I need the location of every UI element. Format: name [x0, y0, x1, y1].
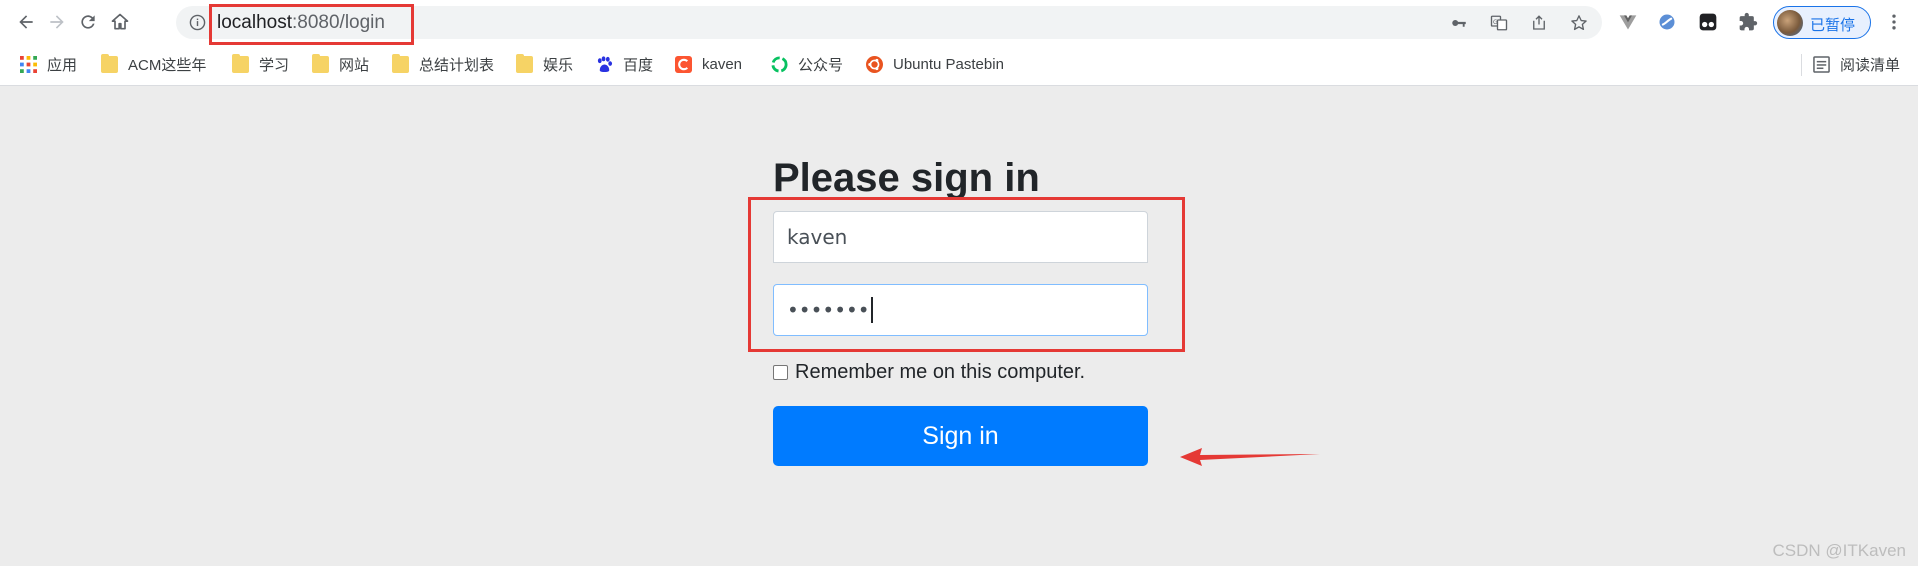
- bookmark-label: 网站: [339, 56, 370, 74]
- reload-icon: [81, 15, 95, 29]
- bookmarks-divider: [1801, 54, 1802, 76]
- remember-me[interactable]: Remember me on this computer.: [773, 361, 1085, 384]
- bookmark-apps[interactable]: 应用: [20, 53, 77, 75]
- share-icon[interactable]: [1530, 14, 1548, 32]
- baidu-icon: [597, 55, 613, 72]
- more-menu-icon[interactable]: [1884, 12, 1904, 32]
- reading-list-icon: [1813, 55, 1830, 73]
- bookmark-label: ACM这些年: [128, 56, 207, 74]
- bookmark-label: kaven: [702, 55, 743, 73]
- wechat-icon: [771, 55, 788, 73]
- bookmark-label: 应用: [47, 56, 78, 74]
- folder-icon: [101, 53, 118, 73]
- reload-button[interactable]: [76, 10, 100, 34]
- annotation-form-box: [748, 197, 1185, 352]
- remember-me-label: Remember me on this computer.: [795, 361, 1086, 383]
- annotation-url-box: [209, 4, 414, 45]
- home-icon: [111, 13, 129, 30]
- apps-grid-icon: [20, 55, 37, 73]
- site-info-icon[interactable]: [189, 14, 206, 31]
- folder-icon: [392, 53, 409, 73]
- key-icon[interactable]: [1450, 14, 1468, 32]
- bookmark-folder-fun[interactable]: 娱乐: [516, 53, 573, 75]
- arrow-right-icon: [50, 15, 64, 29]
- tampermonkey-icon[interactable]: [1697, 11, 1719, 33]
- bookmarks-bar: 应用 ACM这些年 学习 网站 总结计划表 娱乐 百度 kaven 公众号 Ub…: [0, 44, 1918, 86]
- bookmark-baidu[interactable]: 百度: [596, 53, 653, 75]
- extension-swirl-icon[interactable]: [1656, 11, 1678, 33]
- bookmark-label: Ubuntu Pastebin: [893, 55, 1004, 73]
- page-title: Please sign in: [773, 156, 1040, 200]
- folder-icon: [232, 53, 249, 73]
- profile-status-label: 已暂停: [1810, 17, 1856, 34]
- annotation-arrow-icon: [1180, 448, 1320, 466]
- bookmark-label: 学习: [259, 56, 290, 74]
- svg-text:G: G: [1493, 19, 1498, 26]
- home-button[interactable]: [108, 10, 132, 34]
- folder-icon: [312, 53, 329, 73]
- watermark: CSDN @ITKaven: [1772, 541, 1906, 560]
- arrow-left-icon: [19, 15, 33, 29]
- bookmark-official-account[interactable]: 公众号: [771, 53, 843, 75]
- bookmark-folder-websites[interactable]: 网站: [312, 53, 369, 75]
- vue-devtools-icon[interactable]: [1617, 11, 1639, 33]
- bookmark-folder-study[interactable]: 学习: [232, 53, 289, 75]
- folder-icon: [516, 53, 533, 73]
- remember-me-checkbox[interactable]: [773, 365, 788, 380]
- bookmark-star-icon[interactable]: [1570, 14, 1588, 32]
- bookmark-folder-acm[interactable]: ACM这些年: [101, 53, 206, 75]
- bookmark-label: 娱乐: [543, 56, 574, 74]
- bookmark-label: 公众号: [798, 56, 844, 74]
- avatar: [1777, 10, 1803, 36]
- bookmark-ubuntu-pastebin[interactable]: Ubuntu Pastebin: [866, 53, 1004, 75]
- reading-list-label: 阅读清单: [1840, 56, 1901, 74]
- profile-button[interactable]: 已暂停: [1773, 6, 1871, 39]
- sign-in-button[interactable]: Sign in: [773, 406, 1148, 466]
- back-button[interactable]: [14, 10, 38, 34]
- csdn-icon: [675, 55, 692, 73]
- bookmark-folder-plans[interactable]: 总结计划表: [392, 53, 494, 75]
- sign-in-label: Sign in: [922, 421, 999, 450]
- bookmark-kaven[interactable]: kaven: [675, 53, 742, 75]
- bookmark-label: 百度: [623, 56, 654, 74]
- ubuntu-icon: [866, 55, 883, 73]
- reading-list-button[interactable]: 阅读清单: [1813, 53, 1900, 75]
- extensions-puzzle-icon[interactable]: [1737, 11, 1759, 33]
- translate-icon[interactable]: G: [1490, 14, 1508, 32]
- forward-button[interactable]: [45, 10, 69, 34]
- bookmark-label: 总结计划表: [419, 56, 495, 74]
